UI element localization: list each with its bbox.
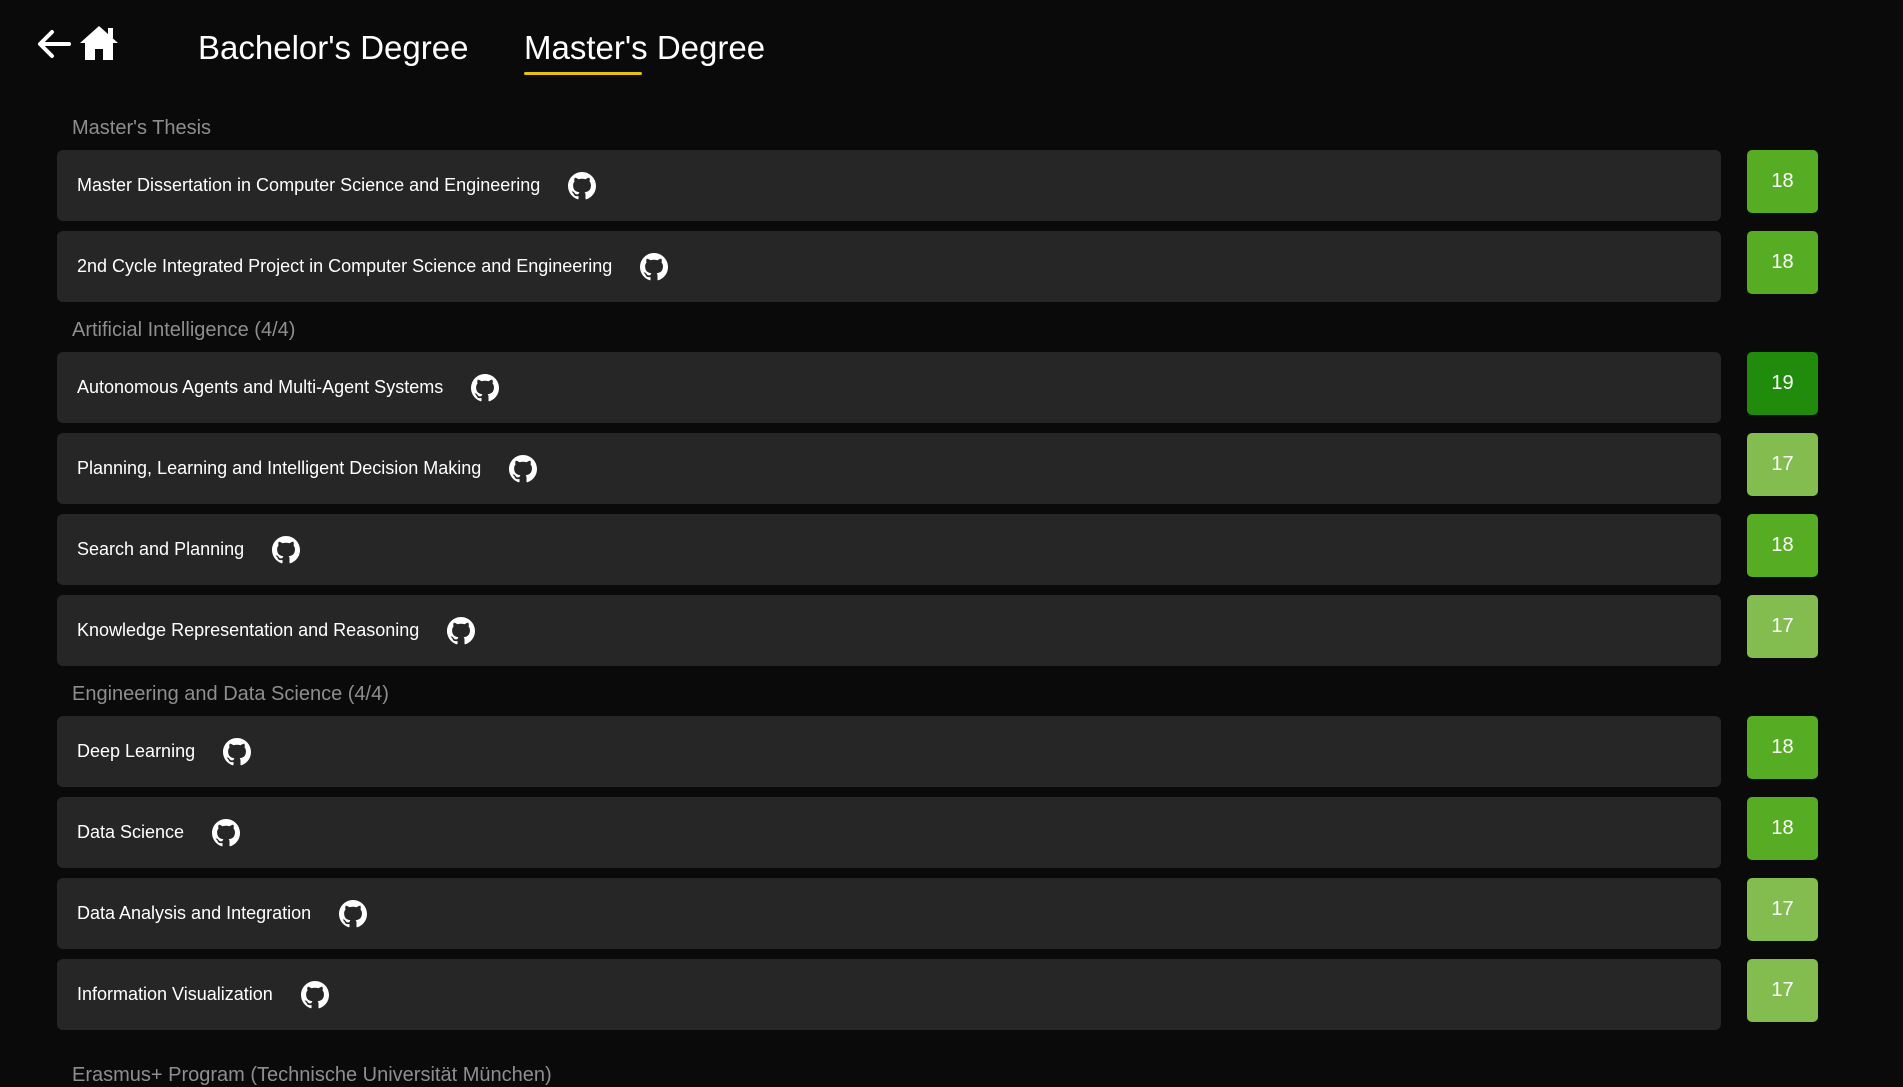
active-tab-underline <box>524 72 642 75</box>
grade-badge: 18 <box>1747 797 1818 860</box>
tab-masters-degree[interactable]: Master's Degree <box>524 28 766 75</box>
course-row: Data Analysis and Integration 17 <box>57 878 1818 949</box>
github-icon[interactable] <box>223 737 252 766</box>
course-row: Deep Learning 18 <box>57 716 1818 787</box>
github-icon[interactable] <box>509 454 538 483</box>
course-name: 2nd Cycle Integrated Project in Computer… <box>77 256 613 276</box>
grade-badge: 19 <box>1747 352 1818 415</box>
course-row: Master Dissertation in Computer Science … <box>57 150 1818 221</box>
grade-badge: 18 <box>1747 716 1818 779</box>
course-section: Master's Thesis Master Dissertation in Co… <box>57 110 1818 302</box>
course-name: Search and Planning <box>77 539 245 559</box>
grade-badge: 17 <box>1747 433 1818 496</box>
course-card[interactable]: Knowledge Representation and Reasoning <box>57 595 1721 666</box>
course-card[interactable]: Autonomous Agents and Multi-Agent System… <box>57 352 1721 423</box>
course-row: Search and Planning 18 <box>57 514 1818 585</box>
grade-badge: 17 <box>1747 878 1818 941</box>
course-row: Planning, Learning and Intelligent Decis… <box>57 433 1818 504</box>
course-row: Data Science 18 <box>57 797 1818 868</box>
course-card[interactable]: Information Visualization <box>57 959 1721 1030</box>
course-card[interactable]: Deep Learning <box>57 716 1721 787</box>
course-name: Master Dissertation in Computer Science … <box>77 175 541 195</box>
course-card[interactable]: Master Dissertation in Computer Science … <box>57 150 1721 221</box>
course-name: Data Analysis and Integration <box>77 903 312 923</box>
home-icon[interactable] <box>78 24 120 62</box>
course-name: Deep Learning <box>77 741 196 761</box>
section-title: Artificial Intelligence (4/4) <box>72 319 296 341</box>
course-card[interactable]: Search and Planning <box>57 514 1721 585</box>
course-card[interactable]: 2nd Cycle Integrated Project in Computer… <box>57 231 1721 302</box>
grade-badge: 18 <box>1747 231 1818 294</box>
section-title: Master's Thesis <box>72 117 212 139</box>
tab-bachelors-degree[interactable]: Bachelor's Degree <box>198 28 468 68</box>
course-card[interactable]: Data Analysis and Integration <box>57 878 1721 949</box>
course-card[interactable]: Data Science <box>57 797 1721 868</box>
section-title-erasmus: Erasmus+ Program (Technische Universität… <box>72 1064 552 1086</box>
section-title: Engineering and Data Science (4/4) <box>72 683 389 705</box>
grade-badge: 17 <box>1747 959 1818 1022</box>
grade-badge: 17 <box>1747 595 1818 658</box>
github-icon[interactable] <box>212 818 241 847</box>
course-row: Information Visualization 17 <box>57 959 1818 1030</box>
github-icon[interactable] <box>272 535 301 564</box>
grade-badge: 18 <box>1747 514 1818 577</box>
course-row: Autonomous Agents and Multi-Agent System… <box>57 352 1818 423</box>
github-icon[interactable] <box>339 899 368 928</box>
course-row: Knowledge Representation and Reasoning 17 <box>57 595 1818 666</box>
course-name: Planning, Learning and Intelligent Decis… <box>77 458 482 478</box>
github-icon[interactable] <box>447 616 476 645</box>
grade-badge: 18 <box>1747 150 1818 213</box>
top-nav: Bachelor's Degree Master's Degree <box>0 0 1903 95</box>
course-name: Data Science <box>77 822 185 842</box>
tab-masters-degree-label: Master's Degree <box>524 29 766 66</box>
course-card[interactable]: Planning, Learning and Intelligent Decis… <box>57 433 1721 504</box>
course-row: 2nd Cycle Integrated Project in Computer… <box>57 231 1818 302</box>
course-name: Knowledge Representation and Reasoning <box>77 620 420 640</box>
course-section: Artificial Intelligence (4/4) Autonomous … <box>57 312 1818 666</box>
course-section: Engineering and Data Science (4/4) Deep L… <box>57 676 1818 1030</box>
github-icon[interactable] <box>300 980 329 1009</box>
github-icon[interactable] <box>568 171 597 200</box>
course-name: Information Visualization <box>77 984 273 1004</box>
github-icon[interactable] <box>471 373 500 402</box>
course-list: Master's Thesis Master Dissertation in Co… <box>57 110 1818 1040</box>
back-arrow-icon[interactable] <box>36 28 72 60</box>
github-icon[interactable] <box>640 252 669 281</box>
course-name: Autonomous Agents and Multi-Agent System… <box>77 377 444 397</box>
